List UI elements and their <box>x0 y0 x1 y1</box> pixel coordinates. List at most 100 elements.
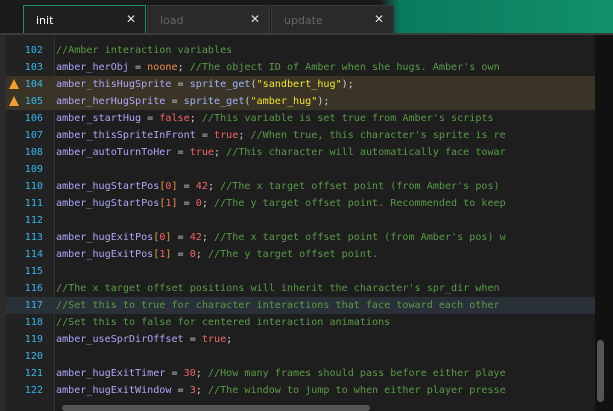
token-id: amber_hugExitPos <box>56 249 154 260</box>
code-text: amber_startHug = false; //This variable … <box>56 110 595 127</box>
token-op: ; <box>195 385 208 396</box>
code-text: amber_useSprDirOffset = true; <box>56 331 595 348</box>
token-id: amber_useSprDirOffset <box>56 334 184 345</box>
line-number: 106 <box>24 113 43 124</box>
token-id: amber_startHug <box>56 113 142 124</box>
token-str: "sandbert_hug" <box>256 79 342 90</box>
token-op: ; <box>189 113 202 124</box>
tab-update[interactable]: update ✕ <box>271 5 394 33</box>
token-op: = <box>171 147 190 158</box>
code-line[interactable]: 110 amber_hugStartPos[0] = 42; //The x ta… <box>6 178 595 195</box>
code-line[interactable]: 112 <box>6 212 595 229</box>
token-num: 42 <box>195 181 208 192</box>
code-text: //Amber interaction variables <box>56 42 595 59</box>
token-op: = <box>171 79 190 90</box>
token-id: amber_herHugSprite <box>56 96 166 107</box>
line-number: 116 <box>24 283 43 294</box>
token-num: 42 <box>189 232 202 243</box>
code-line[interactable]: 109 <box>6 161 595 178</box>
line-number: 108 <box>24 147 43 158</box>
tab-label: load <box>160 14 184 27</box>
token-id: amber_hugStartPos <box>56 181 160 192</box>
token-op: ; <box>238 130 251 141</box>
code-line[interactable]: 114 amber_hugExitPos[1] = 0; //The y targ… <box>6 246 595 263</box>
token-cm: //Set this to true for character interac… <box>56 300 500 311</box>
token-cm: //The window to jump to when either play… <box>207 385 506 396</box>
code-line[interactable]: 119 amber_useSprDirOffset = true; <box>6 331 595 348</box>
code-text: amber_hugStartPos[0] = 42; //The x targe… <box>56 178 595 195</box>
token-num: 30 <box>183 368 196 379</box>
code-text: amber_autoTurnToHer = true; //This chara… <box>56 144 595 161</box>
horizontal-scrollbar[interactable] <box>62 405 370 411</box>
token-cm: //The x target offset point (from Amber'… <box>220 181 500 192</box>
code-line[interactable]: 116 //The x target offset positions will … <box>6 280 595 297</box>
line-number: 118 <box>24 317 43 328</box>
line-number: 103 <box>24 62 43 73</box>
line-number: 110 <box>24 181 43 192</box>
code-line[interactable]: 121 amber_hugExitTimer = 30; //How many f… <box>6 365 595 382</box>
code-line[interactable]: 122 amber_hugExitWindow = 3; //The window… <box>6 382 595 399</box>
code-line[interactable]: 117 //Set this to true for character inte… <box>6 297 595 314</box>
token-id: amber_thisSpriteInFront <box>56 130 196 141</box>
token-op: ; <box>214 147 227 158</box>
token-op: = <box>195 130 215 141</box>
token-id: amber_hugExitWindow <box>56 385 172 396</box>
token-op: = <box>171 249 190 260</box>
code-line[interactable]: 104 amber_thisHugSprite = sprite_get("san… <box>6 76 595 93</box>
token-fn: sprite_get <box>183 96 245 107</box>
line-number: 102 <box>24 45 43 56</box>
token-op: ; <box>226 334 233 345</box>
tab-init[interactable]: init ✕ <box>23 5 146 33</box>
tab-label: init <box>36 14 54 27</box>
code-text: amber_thisHugSprite = sprite_get("sandbe… <box>56 76 595 93</box>
token-op: ; <box>195 249 208 260</box>
close-icon[interactable]: ✕ <box>250 12 260 26</box>
token-cm: //This character will automatically face… <box>226 147 506 158</box>
token-op: = <box>183 334 202 345</box>
token-id: amber_hugExitPos <box>56 232 154 243</box>
token-cm: //How many frames should pass before eit… <box>207 368 506 379</box>
token-cm: //The y target offset point. Recommended… <box>214 198 506 209</box>
line-number: 104 <box>24 79 43 90</box>
vertical-scrollbar[interactable] <box>597 340 604 402</box>
token-op: = <box>177 198 196 209</box>
code-line[interactable]: 120 <box>6 348 595 365</box>
line-number: 112 <box>24 215 43 226</box>
token-op: = <box>165 368 184 379</box>
token-cm: //The y target offset point. <box>207 249 379 260</box>
token-num: false <box>159 113 190 124</box>
token-id: amber_hugExitTimer <box>56 368 166 379</box>
tab-load[interactable]: load ✕ <box>147 5 270 33</box>
line-number: 113 <box>24 232 43 243</box>
code-line[interactable]: 103 amber_herObj = noone; //The object ID… <box>6 59 595 76</box>
token-cm: //Set this to false for centered interac… <box>56 317 391 328</box>
token-op: ; <box>201 198 215 209</box>
close-icon[interactable]: ✕ <box>126 12 136 26</box>
code-editor[interactable]: 102 //Amber interaction variables 103 amber… <box>0 33 613 411</box>
code-text: amber_herHugSprite = sprite_get("amber_h… <box>56 93 595 110</box>
code-line[interactable]: 106 amber_startHug = false; //This variab… <box>6 110 595 127</box>
code-line[interactable]: 111 amber_hugStartPos[1] = 0; //The y tar… <box>6 195 595 212</box>
token-op: ); <box>317 96 330 107</box>
token-cm: //The object ID of Amber when she hugs. … <box>189 62 500 73</box>
token-op: = <box>128 62 148 73</box>
code-text: amber_hugExitTimer = 30; //How many fram… <box>56 365 595 382</box>
code-line[interactable]: 108 amber_autoTurnToHer = true; //This ch… <box>6 144 595 161</box>
code-line[interactable]: 113 amber_hugExitPos[0] = 42; //The x tar… <box>6 229 595 246</box>
code-line[interactable]: 105 amber_herHugSprite = sprite_get("ambe… <box>6 93 595 110</box>
code-line[interactable]: 115 <box>6 263 595 280</box>
token-num: true <box>214 130 239 141</box>
token-cm: //Amber interaction variables <box>56 45 233 56</box>
token-op: = <box>177 181 196 192</box>
line-number: 119 <box>24 334 43 345</box>
token-num: true <box>201 334 227 345</box>
close-icon[interactable]: ✕ <box>374 12 384 26</box>
code-line[interactable]: 118 //Set this to false for centered inte… <box>6 314 595 331</box>
line-number: 111 <box>24 198 43 209</box>
code-text: amber_hugStartPos[1] = 0; //The y target… <box>56 195 595 212</box>
token-op: ); <box>341 79 354 90</box>
code-line[interactable]: 107 amber_thisSpriteInFront = true; //Whe… <box>6 127 595 144</box>
line-number: 115 <box>24 266 43 277</box>
code-line[interactable]: 102 //Amber interaction variables <box>6 42 595 59</box>
token-id: amber_autoTurnToHer <box>56 147 172 158</box>
